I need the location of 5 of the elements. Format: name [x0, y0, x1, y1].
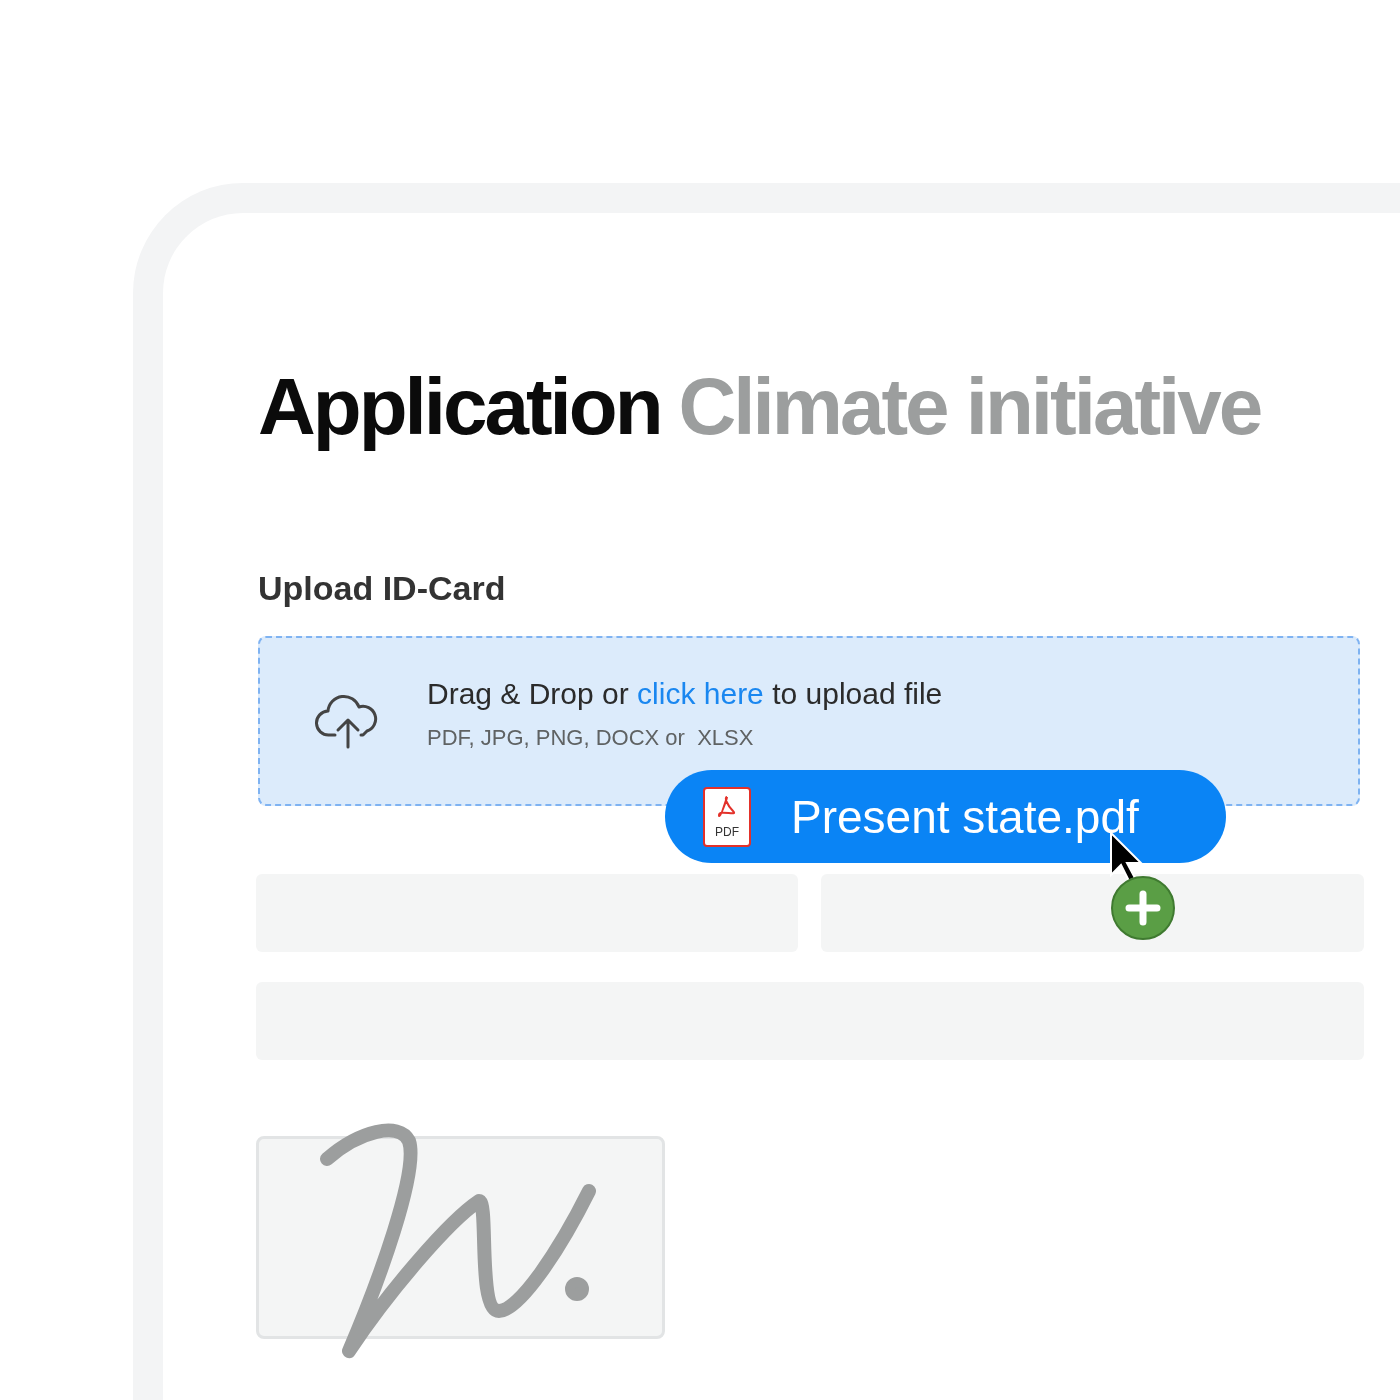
- page-title: Application Climate initiative: [258, 363, 1262, 451]
- accepted-formats: PDF, JPG, PNG, DOCX or XLSX: [427, 725, 755, 751]
- upload-instructions: Drag & Drop or click here to upload file: [427, 677, 943, 711]
- pdf-file-icon: PDF: [703, 786, 751, 847]
- upload-label: Upload ID-Card: [258, 569, 507, 608]
